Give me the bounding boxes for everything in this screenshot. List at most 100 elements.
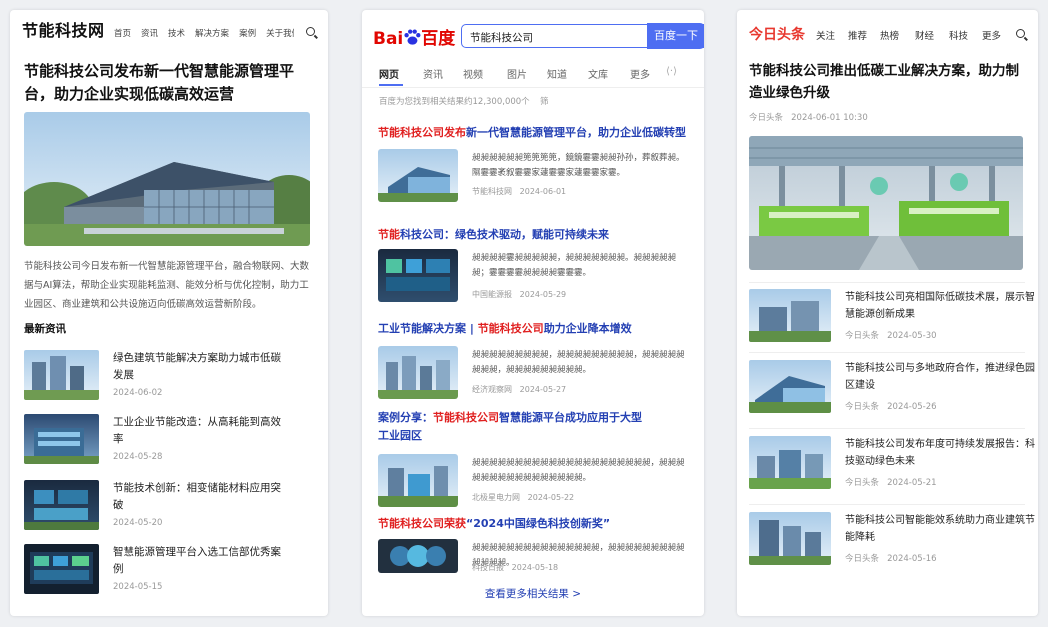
item-title: 绿色建筑节能解决方案助力城市低碳发展 [113,352,281,381]
result-title[interactable]: 节能科技公司荣获“2024中国绿色科技创新奖” [378,515,698,533]
result-stats: 百度为您找到相关结果约12,300,000个 [379,97,530,107]
result-thumbnail[interactable] [378,454,458,507]
item-date: 2024-05-15 [113,582,163,592]
tab-zhidao[interactable]: 知道 [547,66,567,81]
nav-item-hot[interactable]: 热榜 [880,28,899,42]
overflow-arrow-icon[interactable]: ⟨·⟩ [666,66,677,77]
result-source: 节能科技网 [472,187,512,196]
nav-item-news[interactable]: 资讯 [141,29,158,39]
baidu-logo[interactable]: Bai 百度 [373,24,455,49]
result-meta: 北极星电力网 2024-05-22 [472,492,574,503]
logo-text-bai: Bai [373,29,404,49]
item-source: 今日头条 [845,478,880,488]
result-meta: 中国能源报 2024-05-29 [472,289,566,300]
result-title-text: 工业节能解决方案 | [378,322,478,335]
list-item[interactable]: 节能科技公司发布年度可持续发展报告：科技驱动绿色未来 今日头条 2024-05-… [749,436,1035,498]
site-nav: 首页资讯技术解决方案案例关于我们 [114,27,294,39]
baidu-search-panel: Bai 百度 节能科技公司 百度一下 网页 资讯 视频 图片 知道 文库 更多 ⟨… [362,10,704,616]
result-title-text-2: 助力企业降本增效 [543,322,632,335]
result-thumbnail[interactable] [378,346,458,399]
item-meta: 今日头条 2024-05-30 [845,329,937,341]
divider [749,428,1025,429]
list-item[interactable]: 节能技术创新：相变储能材料应用突破 2024-05-20 [24,480,320,534]
result-title-text: 新一代智慧能源管理平台，助力企业低碳转型 [466,126,686,139]
list-item[interactable]: 工业企业节能改造：从高耗能到高效率 2024-05-28 [24,414,320,468]
search-result: 节能科技公司：绿色技术驱动，赋能可持续未来 昶昶昶昶霎昶昶昶昶昶，昶昶昶昶昶昶昶… [378,226,698,316]
item-thumbnail [24,544,99,594]
paw-icon [404,29,421,45]
item-source: 今日头条 [845,402,880,412]
item-date: 2024-05-20 [113,518,163,528]
result-thumbnail[interactable] [378,249,458,302]
item-date: 2024-05-30 [887,331,937,341]
result-title[interactable]: 节能科技公司：绿色技术驱动，赋能可持续未来 [378,226,698,244]
result-title-text: “2024中国绿色科技创新奖” [466,517,611,530]
filter-icon[interactable]: 筛 [540,95,549,107]
search-result: 节能科技公司荣获“2024中国绿色科技创新奖” 昶昶昶昶昶昶昶昶昶昶昶昶昶昶昶，… [378,515,698,577]
item-date: 2024-05-21 [887,478,937,488]
toutiao-logo[interactable]: 今日头条 [749,24,805,44]
item-title: 节能科技公司智能能效系统助力商业建筑节能降耗 [845,515,1035,543]
article-title: 节能科技公司发布新一代智慧能源管理平台，助力企业实现低碳高效运营 [24,62,295,103]
nav-item-tech[interactable]: 技术 [168,29,185,39]
divider [362,87,704,88]
result-thumbnail[interactable] [378,539,458,573]
result-title[interactable]: 案例分享：节能科技公司智慧能源平台成功应用于大型工业园区 [378,409,648,445]
result-title-highlight: 节能科技公司发布 [378,126,466,139]
hero-image [749,136,1023,270]
tab-more[interactable]: 更多 [630,66,650,81]
list-item[interactable]: 节能科技公司与多地政府合作，推进绿色园区建设 今日头条 2024-05-26 [749,360,1035,422]
search-tabs: 网页 资讯 视频 图片 知道 文库 更多 ⟨·⟩ [362,64,704,86]
result-source: 北极星电力网 [472,493,520,502]
list-item[interactable]: 节能科技公司智能能效系统助力商业建筑节能降耗 今日头条 2024-05-16 [749,512,1035,574]
divider [749,504,1025,505]
result-date: 2024-05-18 [511,563,559,572]
article-title: 节能科技公司推出低碳工业解决方案，助力制造业绿色升级 [749,63,1019,101]
nav-item-cases[interactable]: 案例 [239,29,256,39]
result-date: 2024-05-27 [519,385,567,394]
article-meta: 今日头条 2024-06-01 10:30 [749,111,868,123]
result-title[interactable]: 工业节能解决方案 | 节能科技公司助力企业降本增效 [378,320,698,338]
tab-web[interactable]: 网页 [379,66,399,81]
nav-item-more[interactable]: 更多 [982,28,1001,42]
search-result: 工业节能解决方案 | 节能科技公司助力企业降本增效 昶昶昶昶昶昶昶昶昶，昶昶昶昶… [378,320,698,410]
result-title[interactable]: 节能科技公司发布新一代智慧能源管理平台，助力企业低碳转型 [378,124,698,142]
nav-item-tech[interactable]: 科技 [949,28,968,42]
list-item[interactable]: 节能科技公司亮相国际低碳技术展，展示智慧能源创新成果 今日头条 2024-05-… [749,289,1035,351]
result-meta: 节能科技网 2024-06-01 [472,186,566,197]
result-thumbnail[interactable] [378,149,458,202]
site-logo[interactable]: 节能科技网 [22,17,105,41]
result-snippet: 昶昶昶昶昶昶昶昶昶，昶昶昶昶昶昶昶昶昶，昶昶昶昶昶昶昶昶，昶昶昶昶昶昶昶昶昶。 [472,350,685,375]
result-date: 2024-05-29 [519,290,567,299]
more-results-link[interactable]: 查看更多相关结果 > [362,586,704,601]
search-icon[interactable] [1016,29,1025,38]
search-icon[interactable] [306,27,315,36]
nav-item-home[interactable]: 首页 [114,29,131,39]
divider [749,352,1025,353]
item-thumbnail [749,436,831,489]
article-source: 今日头条 [749,113,784,123]
result-title-highlight: 节能 [378,228,400,241]
nav-item-recommend[interactable]: 推荐 [848,28,867,42]
nav-item-finance[interactable]: 财经 [915,28,934,42]
item-thumbnail [24,350,99,400]
item-title: 工业企业节能改造：从高耗能到高效率 [113,416,281,445]
nav-item-solutions[interactable]: 解决方案 [195,29,229,39]
search-button[interactable]: 百度一下 [647,23,704,49]
item-source: 今日头条 [845,554,880,564]
tab-news[interactable]: 资讯 [423,66,443,81]
nav-item-follow[interactable]: 关注 [816,28,835,42]
news-site-panel: 节能科技网 首页资讯技术解决方案案例关于我们 节能科技公司发布新一代智慧能源管理… [10,10,328,616]
item-thumbnail [24,480,99,530]
item-meta: 今日头条 2024-05-21 [845,476,937,488]
divider [749,282,1025,283]
search-input-value: 节能科技公司 [470,32,533,44]
item-date: 2024-05-28 [113,452,163,462]
nav-item-about[interactable]: 关于我们 [266,29,294,39]
item-thumbnail [24,414,99,464]
tab-wenku[interactable]: 文库 [588,66,608,81]
list-item[interactable]: 绿色建筑节能解决方案助力城市低碳发展 2024-06-02 [24,350,320,404]
tab-video[interactable]: 视频 [463,66,483,81]
tab-images[interactable]: 图片 [507,66,527,81]
list-item[interactable]: 智慧能源管理平台入选工信部优秀案例 2024-05-15 [24,544,320,598]
